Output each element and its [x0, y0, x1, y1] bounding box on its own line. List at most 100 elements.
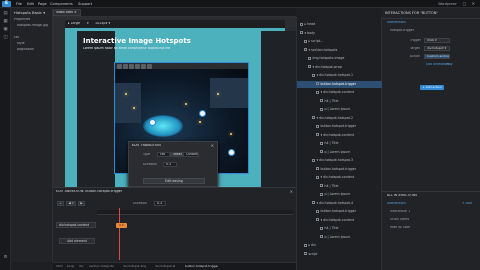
timeline-playhead[interactable] — [119, 208, 120, 260]
menu-file[interactable]: File — [16, 2, 22, 6]
element-box-icon — [304, 243, 307, 247]
tree-node[interactable]: p | Lorem ipsum — [297, 191, 383, 198]
add-element-button[interactable]: Add element — [59, 238, 95, 244]
tree-node[interactable]: img.hotspots-image — [297, 55, 383, 62]
crumb-section[interactable]: section.hotspots — [89, 265, 114, 269]
menu-edit[interactable]: Edit — [27, 2, 34, 6]
type-option-tween[interactable]: Tween — [170, 152, 183, 157]
width-selector[interactable]: 1024px ▾ — [95, 22, 110, 26]
tree-node[interactable]: h4 | Title — [297, 183, 383, 190]
crumb-div[interactable]: div — [79, 265, 84, 269]
play-link[interactable]: Play — [446, 63, 453, 67]
move-icon[interactable] — [117, 63, 122, 69]
trigger-select[interactable]: Click ▾ — [424, 38, 450, 43]
tree-node[interactable]: h4 | Title — [297, 98, 383, 105]
breakpoint-selector[interactable]: ▸ Large — [68, 22, 80, 26]
tree-node[interactable]: button.hotspot-trigger — [297, 123, 383, 130]
tree-node[interactable]: ▾ div.hotspot-wrap — [297, 64, 383, 71]
tree-node[interactable]: h4 | Title — [297, 225, 383, 232]
rewind-button[interactable]: ◀ 0 — [66, 201, 76, 206]
project-header[interactable]: Hotspots Basic ▾ — [14, 11, 45, 16]
tree-node[interactable]: ▾ div.hotspot.hotspot-3 — [297, 157, 383, 164]
tree-node[interactable]: ▾ div.hotspot-content — [297, 174, 383, 181]
crumb-hotspot-el[interactable]: div.hotspot-el — [155, 265, 175, 269]
action-select[interactable]: Custom animation ▾ — [424, 54, 450, 59]
project-item-pagination[interactable]: pagination — [17, 48, 34, 52]
tree-node[interactable]: ▾ div.hotspot.hotspot-4 — [297, 200, 383, 207]
track-label[interactable]: div.hotspot-content — [56, 222, 96, 228]
crumb-body[interactable]: body — [67, 265, 74, 269]
copy-icon[interactable] — [123, 63, 128, 69]
menu-page[interactable]: Page — [38, 2, 47, 6]
tree-node[interactable]: ▾ body — [297, 30, 383, 37]
page-subtitle[interactable]: Lorem ipsum dolor sit amet consectetur a… — [83, 47, 170, 51]
tree-node[interactable]: p | Lorem ipsum — [297, 234, 383, 241]
settings-gear-icon[interactable]: ⚙ — [2, 255, 9, 261]
tree-node[interactable]: p | Lorem ipsum — [297, 106, 383, 113]
add-interaction-link[interactable]: + Add — [462, 202, 472, 206]
close-icon[interactable]: ✕ — [290, 189, 293, 194]
tree-node[interactable]: button.hotspot-trigger — [297, 166, 383, 173]
tree-node[interactable]: ▸ script... — [297, 38, 383, 45]
keyframe-marker[interactable]: 0.0 — [116, 223, 127, 228]
tree-node[interactable]: p | Lorem ipsum — [297, 149, 383, 156]
tree-node[interactable]: ▸ head — [297, 21, 383, 28]
play-button[interactable]: ▶ — [78, 201, 85, 206]
window-controls[interactable]: – ▢ ✕ — [455, 2, 477, 7]
project-item-style[interactable]: style — [17, 42, 25, 46]
tree-node[interactable]: ▾ div.hotspot.hotspot-2 — [297, 115, 383, 122]
app-logo[interactable]: E — [2, 1, 11, 7]
tree-node[interactable]: button.hotspot-trigger — [297, 208, 383, 215]
page-title[interactable]: Interactive Image Hotspots — [83, 37, 191, 45]
tree-node[interactable]: ▾ div.hotspot-content — [297, 217, 383, 224]
duration-input[interactable]: 0.3 — [163, 162, 177, 167]
crumb-html[interactable]: html — [56, 265, 63, 269]
tree-node[interactable]: ▾ div.hotspot-content — [297, 89, 383, 96]
library-icon[interactable]: ◫ — [2, 35, 9, 41]
element-box-icon — [320, 107, 323, 111]
menu-support[interactable]: Support — [78, 2, 92, 6]
all-interactions-item-4[interactable]: Hide At Start — [390, 226, 410, 230]
tab-index[interactable]: index.html ✕ — [53, 9, 81, 16]
target-label: Target — [410, 47, 420, 50]
tree-node[interactable]: ▸ div — [297, 242, 383, 249]
action-label: Action — [410, 55, 420, 58]
delete-icon[interactable] — [147, 63, 152, 69]
code-icon[interactable] — [129, 63, 134, 69]
tree-node[interactable]: ▾ div.hotspot.hotspot-1 — [297, 72, 383, 79]
link-icon[interactable] — [141, 63, 146, 69]
tree-node[interactable]: script — [297, 251, 383, 258]
type-option-css[interactable]: css — [157, 152, 170, 157]
tree-node[interactable]: h4 | Title — [297, 140, 383, 147]
pages-icon[interactable]: ▤ — [2, 11, 9, 17]
hotspot-4-button[interactable] — [228, 149, 235, 156]
close-icon[interactable]: ✕ — [211, 143, 214, 148]
tree-node[interactable]: ▾ div.hotspot-content — [297, 132, 383, 139]
style-icon[interactable] — [135, 63, 140, 69]
element-box-icon — [320, 235, 323, 238]
all-interactions-item-1[interactable]: Interactions — [387, 202, 406, 206]
type-option-custom[interactable]: Custom — [183, 152, 199, 157]
target-select[interactable]: div.hotspot ▾ — [424, 46, 450, 51]
crumb-hotspot-img[interactable]: div.hotspot-img — [123, 265, 146, 269]
menu-components[interactable]: Components — [50, 2, 73, 6]
project-item-properties[interactable]: Properties — [14, 18, 30, 22]
edit-easing-button[interactable]: Edit easing — [143, 178, 205, 184]
timeline-duration-input[interactable]: 0.3 — [154, 201, 166, 206]
crumb-hotspot-trigger[interactable]: button.hotspot-trigger — [185, 265, 218, 269]
project-item-css[interactable]: css — [14, 36, 19, 40]
interactions-section[interactable]: Interactions — [387, 21, 406, 25]
hotspot-1-button[interactable] — [149, 119, 156, 126]
components-icon[interactable]: ▦ — [2, 19, 9, 25]
tree-node[interactable]: ▾ section.hotspots — [297, 47, 383, 54]
project-item-image[interactable]: hotspots-image.jpg — [17, 24, 48, 28]
tree-node[interactable]: button.hotspot-trigger — [297, 80, 383, 88]
add-action-button[interactable]: + Add action — [420, 85, 444, 90]
breakpoint-dropdown[interactable]: ▾ — [87, 22, 89, 26]
all-interactions-item-3[interactable]: Scroll Starts — [390, 218, 409, 222]
assets-icon[interactable]: ▣ — [2, 27, 9, 33]
add-keyframe-button[interactable]: + — [57, 201, 64, 206]
hotspot-2-button[interactable] — [199, 110, 206, 117]
all-interactions-item-2[interactable]: Interaction 1 — [390, 210, 410, 214]
timeline-ruler[interactable] — [97, 210, 293, 215]
